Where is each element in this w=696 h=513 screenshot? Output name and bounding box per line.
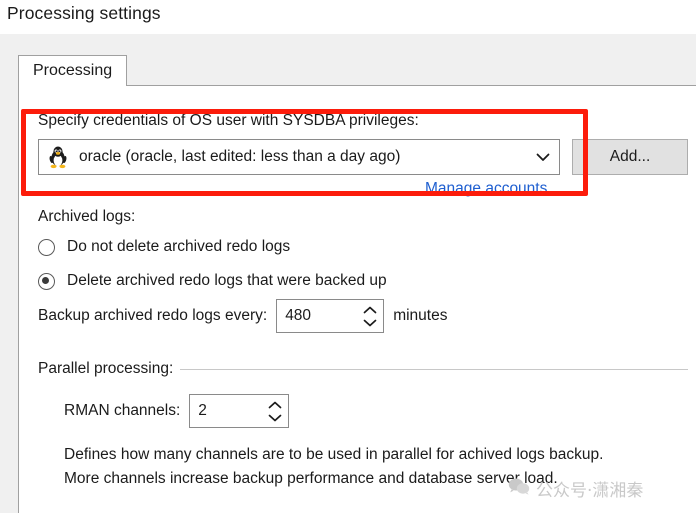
add-credentials-button-label: Add... (610, 148, 651, 166)
backup-interval-spinner[interactable]: 480 (276, 299, 384, 333)
tab-processing-label: Processing (33, 62, 112, 80)
backup-interval-label: Backup archived redo logs every: (38, 307, 267, 325)
wechat-icon (508, 477, 530, 500)
chevron-up-icon (362, 306, 378, 315)
watermark: 公众号·潇湘秦 (508, 476, 643, 501)
backup-interval-value[interactable]: 480 (277, 307, 357, 325)
chevron-down-icon[interactable] (533, 152, 553, 162)
rman-channels-value[interactable]: 2 (190, 402, 262, 420)
tab-strip: Processing (18, 55, 696, 87)
chevron-down-icon (267, 413, 283, 422)
page-title: Processing settings (7, 3, 161, 24)
credentials-label: Specify credentials of OS user with SYSD… (38, 112, 419, 130)
processing-settings-window: Processing settings Processing Specify c… (0, 0, 696, 513)
rman-channels-description-line2: More channels increase backup performanc… (64, 470, 558, 488)
rman-channels-row: RMAN channels: 2 (64, 394, 298, 428)
watermark-text: 公众号·潇湘秦 (536, 476, 643, 501)
backup-interval-spinner-arrows[interactable] (357, 301, 383, 331)
tab-processing[interactable]: Processing (18, 55, 127, 87)
manage-accounts-link[interactable]: Manage accounts (425, 180, 547, 198)
radio-delete-backed-up-archived-logs[interactable]: Delete archived redo logs that were back… (38, 272, 387, 290)
backup-interval-row: Backup archived redo logs every: 480 min… (38, 299, 447, 333)
chevron-up-icon (267, 401, 283, 410)
radio-button-indicator (38, 239, 55, 256)
radio-button-indicator (38, 273, 55, 290)
chevron-down-icon (362, 318, 378, 327)
backup-interval-unit-label: minutes (393, 307, 447, 325)
radio-do-not-delete-archived-logs-label: Do not delete archived redo logs (67, 238, 290, 256)
os-user-credentials-combobox[interactable]: oracle (oracle, last edited: less than a… (38, 139, 560, 175)
rman-channels-description-line1: Defines how many channels are to be used… (64, 446, 603, 464)
rman-channels-label: RMAN channels: (64, 402, 180, 420)
radio-do-not-delete-archived-logs[interactable]: Do not delete archived redo logs (38, 238, 290, 256)
title-band: Processing settings (0, 0, 696, 34)
archived-logs-label: Archived logs: (38, 208, 135, 226)
add-credentials-button[interactable]: Add... (572, 139, 688, 175)
parallel-processing-divider (180, 369, 688, 370)
os-user-credentials-value: oracle (oracle, last edited: less than a… (79, 148, 533, 166)
parallel-processing-label: Parallel processing: (38, 360, 173, 378)
radio-delete-backed-up-archived-logs-label: Delete archived redo logs that were back… (67, 272, 387, 290)
rman-channels-spinner[interactable]: 2 (189, 394, 289, 428)
linux-penguin-icon (47, 145, 69, 169)
rman-channels-spinner-arrows[interactable] (262, 396, 288, 426)
